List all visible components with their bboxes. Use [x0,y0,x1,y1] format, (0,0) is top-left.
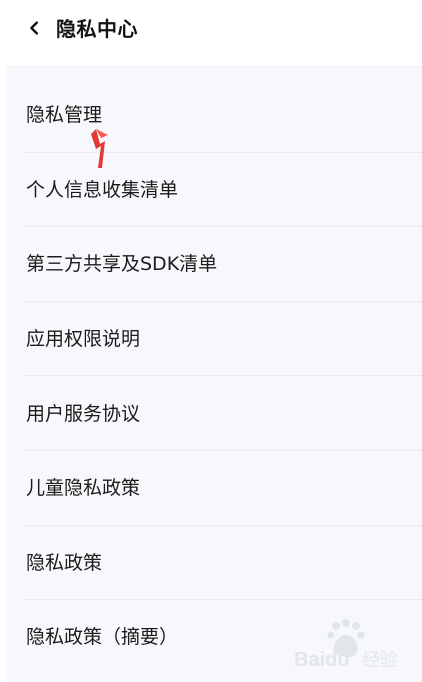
menu-item-child-privacy-policy[interactable]: 儿童隐私政策 [6,451,422,526]
back-button[interactable] [22,16,46,40]
menu-item-personal-info-collection-list[interactable]: 个人信息收集清单 [6,153,422,228]
privacy-menu-list: 隐私管理 个人信息收集清单 第三方共享及SDK清单 应用权限说明 用户服务协议 … [6,78,422,675]
menu-item-privacy-management[interactable]: 隐私管理 [6,78,422,153]
menu-item-label: 个人信息收集清单 [26,178,179,201]
page-title: 隐私中心 [56,17,138,41]
menu-item-label: 儿童隐私政策 [26,477,141,500]
menu-item-privacy-policy-summary[interactable]: 隐私政策（摘要） [6,600,422,675]
menu-item-app-permissions[interactable]: 应用权限说明 [6,302,422,377]
menu-item-label: 用户服务协议 [26,402,141,425]
menu-item-third-party-sdk-list[interactable]: 第三方共享及SDK清单 [6,227,422,302]
menu-item-label: 隐私政策 [26,551,103,574]
menu-item-user-service-agreement[interactable]: 用户服务协议 [6,376,422,451]
privacy-center-header: 隐私中心 [6,0,422,66]
chevron-left-icon [30,21,38,35]
menu-item-label: 第三方共享及SDK清单 [26,253,218,276]
menu-item-label: 应用权限说明 [26,328,141,351]
menu-item-label: 隐私政策（摘要） [26,626,179,649]
menu-item-privacy-policy[interactable]: 隐私政策 [6,526,422,601]
menu-item-label: 隐私管理 [26,104,103,127]
